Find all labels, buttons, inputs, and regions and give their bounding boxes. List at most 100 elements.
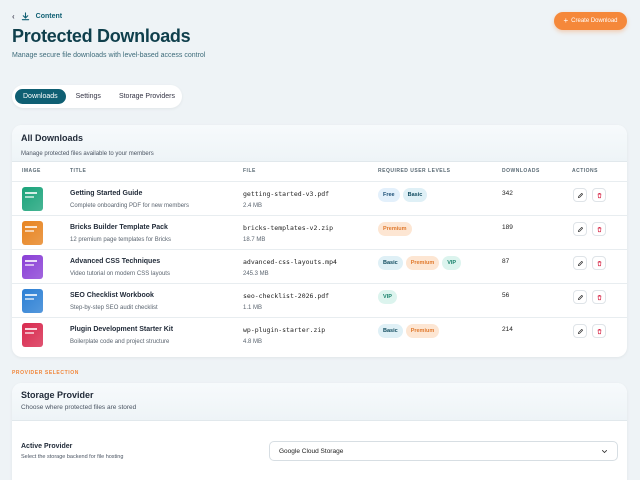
tab-bar: Downloads Settings Storage Providers: [12, 85, 182, 108]
download-title: Advanced CSS Techniques: [70, 258, 161, 265]
table-row: Bricks Builder Template Pack 12 premium p…: [12, 215, 627, 249]
table-row: Advanced CSS Techniques Video tutorial on…: [12, 249, 627, 283]
pencil-icon: [577, 192, 583, 198]
create-download-label: Create Download: [571, 18, 618, 24]
column-header-title: TITLE: [70, 168, 87, 174]
column-header-actions: ACTIONS: [572, 168, 598, 174]
download-thumbnail: [22, 289, 43, 313]
file-size: 18.7 MB: [243, 237, 266, 243]
download-count: 214: [502, 326, 513, 333]
table-row: SEO Checklist Workbook Step-by-step SEO a…: [12, 283, 627, 317]
delete-button[interactable]: [592, 256, 606, 270]
download-icon: [21, 12, 29, 21]
user-levels: Premium: [378, 222, 412, 236]
active-provider-label: Active Provider: [21, 443, 73, 450]
trash-icon: [597, 328, 601, 334]
breadcrumb: ‹ Content: [12, 12, 62, 21]
pencil-icon: [577, 328, 583, 334]
user-levels: Free Basic: [378, 188, 428, 202]
delete-button[interactable]: [592, 324, 606, 338]
tab-settings[interactable]: Settings: [68, 89, 109, 104]
user-levels: Basic Premium VIP: [378, 256, 462, 270]
storage-provider-card: Storage Provider Choose where protected …: [12, 383, 627, 480]
delete-button[interactable]: [592, 188, 606, 202]
download-description: 12 premium page templates for Bricks: [70, 237, 172, 243]
edit-button[interactable]: [573, 188, 587, 202]
tab-downloads[interactable]: Downloads: [15, 89, 66, 104]
storage-provider-value: Google Cloud Storage: [279, 447, 344, 455]
plus-icon: +: [563, 16, 569, 25]
download-thumbnail: [22, 187, 43, 211]
downloads-card-header: All Downloads Manage protected files ava…: [12, 125, 627, 162]
edit-button[interactable]: [573, 222, 587, 236]
downloads-card-description: Manage protected files available to your…: [21, 151, 154, 157]
edit-button[interactable]: [573, 290, 587, 304]
column-header-downloads: DOWNLOADS: [502, 168, 540, 174]
provider-section-label: PROVIDER SELECTION: [12, 370, 79, 376]
download-description: Video tutorial on modern CSS layouts: [70, 271, 170, 277]
file-name: advanced-css-layouts.mp4: [243, 258, 337, 266]
create-download-button[interactable]: + Create Download: [554, 12, 627, 30]
column-header-image: IMAGE: [22, 168, 41, 174]
trash-icon: [597, 226, 601, 232]
downloads-card: All Downloads Manage protected files ava…: [12, 125, 627, 357]
download-title: Bricks Builder Template Pack: [70, 224, 168, 231]
page-subtitle: Manage secure file downloads with level-…: [12, 52, 206, 59]
page-title: Protected Downloads: [12, 26, 191, 46]
download-description: Step-by-step SEO audit checklist: [70, 305, 158, 311]
pencil-icon: [577, 294, 583, 300]
level-badge: Basic: [378, 256, 403, 270]
file-size: 4.8 MB: [243, 339, 263, 345]
download-count: 342: [502, 190, 513, 197]
level-badge: Free: [378, 188, 400, 202]
download-title: SEO Checklist Workbook: [70, 292, 154, 299]
file-size: 245.3 MB: [243, 271, 269, 277]
active-provider-description: Select the storage backend for file host…: [21, 454, 124, 460]
level-badge: Premium: [405, 256, 440, 270]
trash-icon: [597, 192, 601, 198]
file-name: bricks-templates-v2.zip: [243, 224, 334, 232]
page: ‹ Content Protected Downloads Manage sec…: [0, 0, 640, 480]
download-title: Plugin Development Starter Kit: [70, 326, 174, 333]
edit-button[interactable]: [573, 324, 587, 338]
table-row: Getting Started Guide Complete onboarding…: [12, 181, 627, 215]
level-badge: Basic: [402, 188, 428, 202]
storage-provider-select[interactable]: Google Cloud Storage: [269, 441, 618, 461]
trash-icon: [597, 260, 601, 266]
delete-button[interactable]: [592, 222, 606, 236]
table-row: Plugin Development Starter Kit Boilerplat…: [12, 317, 627, 351]
storage-card-header: Storage Provider Choose where protected …: [12, 383, 627, 421]
file-name: getting-started-v3.pdf: [243, 190, 330, 198]
trash-icon: [597, 294, 601, 300]
download-count: 189: [502, 224, 513, 231]
level-badge: VIP: [442, 256, 462, 270]
breadcrumb-label[interactable]: Content: [36, 13, 62, 20]
download-thumbnail: [22, 255, 43, 279]
pencil-icon: [577, 260, 583, 266]
file-size: 2.4 MB: [243, 203, 263, 209]
storage-card-description: Choose where protected files are stored: [21, 404, 137, 411]
tab-storage-providers[interactable]: Storage Providers: [111, 89, 183, 104]
delete-button[interactable]: [592, 290, 606, 304]
download-thumbnail: [22, 323, 43, 347]
file-name: seo-checklist-2026.pdf: [243, 292, 330, 300]
column-header-levels: REQUIRED USER LEVELS: [378, 168, 451, 174]
download-description: Complete onboarding PDF for new members: [70, 203, 190, 209]
storage-card-title: Storage Provider: [21, 390, 94, 400]
chevron-down-icon: [601, 449, 608, 453]
table-header: IMAGE TITLE FILE REQUIRED USER LEVELS DO…: [12, 168, 627, 181]
download-thumbnail: [22, 221, 43, 245]
pencil-icon: [577, 226, 583, 232]
downloads-card-title: All Downloads: [21, 133, 84, 143]
download-description: Boilerplate code and project structure: [70, 339, 170, 345]
file-name: wp-plugin-starter.zip: [243, 326, 326, 334]
file-size: 1.1 MB: [243, 305, 263, 311]
chevron-left-icon[interactable]: ‹: [12, 12, 15, 21]
download-count: 87: [502, 258, 510, 265]
level-badge: VIP: [378, 290, 397, 304]
edit-button[interactable]: [573, 256, 587, 270]
user-levels: VIP: [378, 290, 397, 304]
column-header-file: FILE: [243, 168, 256, 174]
level-badge: Premium: [378, 222, 412, 236]
download-title: Getting Started Guide: [70, 190, 143, 197]
